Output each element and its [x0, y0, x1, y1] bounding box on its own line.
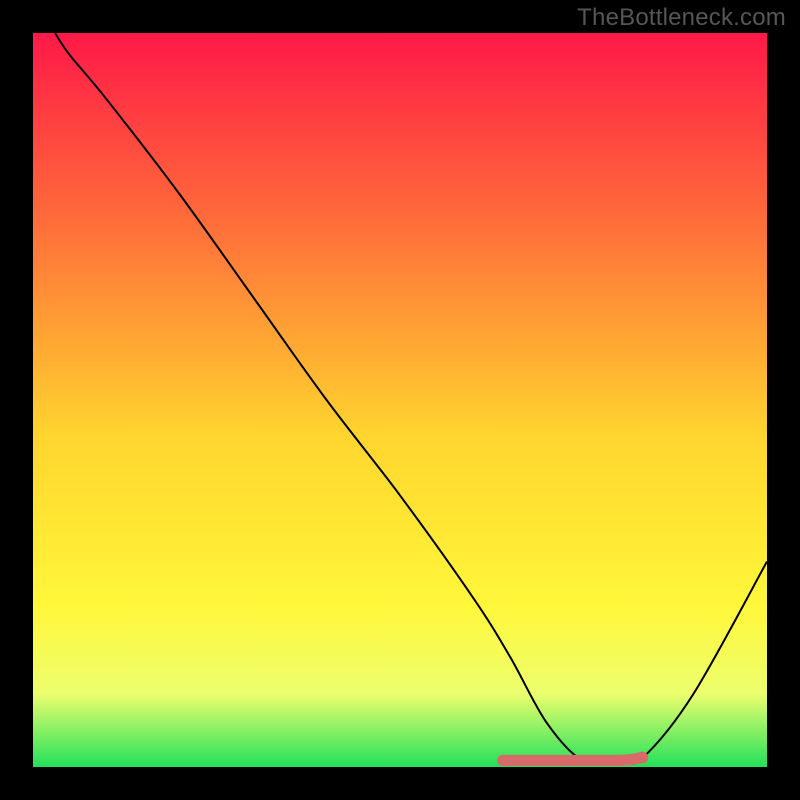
marker-dot — [571, 755, 582, 766]
gradient-plot-area — [33, 33, 767, 767]
marker-dot — [527, 755, 538, 766]
marker-dot — [585, 755, 596, 766]
marker-dot — [512, 755, 523, 766]
marker-dot — [600, 755, 611, 766]
marker-dot — [556, 755, 567, 766]
bottleneck-chart — [0, 0, 800, 800]
marker-dot — [626, 754, 637, 765]
marker-dot — [615, 755, 626, 766]
chart-container: { "watermark": "TheBottleneck.com", "col… — [0, 0, 800, 800]
watermark-text: TheBottleneck.com — [577, 4, 786, 32]
marker-dot — [541, 755, 552, 766]
marker-dot — [636, 751, 648, 763]
marker-dot — [497, 755, 508, 766]
